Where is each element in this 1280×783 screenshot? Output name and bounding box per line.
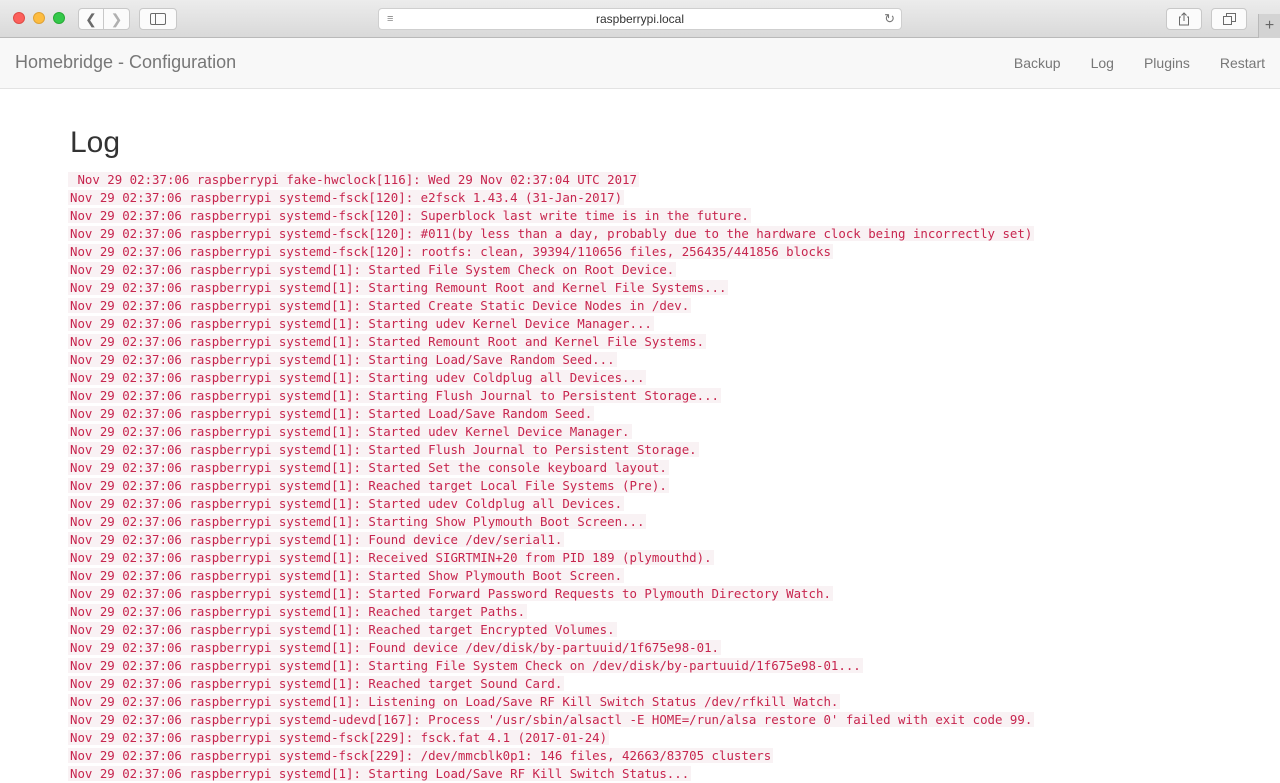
reload-icon[interactable]: ↻ bbox=[884, 11, 895, 27]
share-button[interactable] bbox=[1166, 8, 1202, 30]
log-line-text: Nov 29 02:37:06 raspberrypi systemd[1]: … bbox=[68, 424, 632, 439]
log-line-text: Nov 29 02:37:06 raspberrypi systemd[1]: … bbox=[68, 586, 833, 601]
log-line-text: Nov 29 02:37:06 raspberrypi fake-hwclock… bbox=[68, 172, 639, 187]
log-line-text: Nov 29 02:37:06 raspberrypi systemd[1]: … bbox=[68, 352, 617, 367]
log-line-text: Nov 29 02:37:06 raspberrypi systemd-fsck… bbox=[68, 244, 833, 259]
log-line: Nov 29 02:37:06 raspberrypi systemd[1]: … bbox=[68, 459, 1228, 477]
log-line-text: Nov 29 02:37:06 raspberrypi systemd[1]: … bbox=[68, 442, 699, 457]
log-line: Nov 29 02:37:06 raspberrypi systemd[1]: … bbox=[68, 693, 1228, 711]
log-line: Nov 29 02:37:06 raspberrypi systemd[1]: … bbox=[68, 405, 1228, 423]
show-tabs-button[interactable] bbox=[1211, 8, 1247, 30]
tabs-icon bbox=[1222, 13, 1236, 25]
log-line-text: Nov 29 02:37:06 raspberrypi systemd-udev… bbox=[68, 712, 1035, 727]
app-navbar: Homebridge - Configuration Backup Log Pl… bbox=[0, 38, 1280, 89]
log-line-text: Nov 29 02:37:06 raspberrypi systemd[1]: … bbox=[68, 316, 654, 331]
log-line: Nov 29 02:37:06 raspberrypi systemd[1]: … bbox=[68, 423, 1228, 441]
nav-log[interactable]: Log bbox=[1091, 55, 1114, 71]
log-line-text: Nov 29 02:37:06 raspberrypi systemd[1]: … bbox=[68, 604, 528, 619]
log-line-text: Nov 29 02:37:06 raspberrypi systemd[1]: … bbox=[68, 334, 707, 349]
chevron-right-icon: ❯ bbox=[110, 10, 123, 27]
log-line-text: Nov 29 02:37:06 raspberrypi systemd[1]: … bbox=[68, 694, 841, 709]
log-line-text: Nov 29 02:37:06 raspberrypi systemd[1]: … bbox=[68, 262, 677, 277]
log-line-text: Nov 29 02:37:06 raspberrypi systemd[1]: … bbox=[68, 478, 669, 493]
log-line-text: Nov 29 02:37:06 raspberrypi systemd-fsck… bbox=[68, 226, 1035, 241]
zoom-window-button[interactable] bbox=[53, 12, 65, 24]
log-line: Nov 29 02:37:06 raspberrypi systemd[1]: … bbox=[68, 531, 1228, 549]
log-line-text: Nov 29 02:37:06 raspberrypi systemd[1]: … bbox=[68, 766, 692, 781]
log-line-text: Nov 29 02:37:06 raspberrypi systemd-fsck… bbox=[68, 748, 774, 763]
new-tab-button[interactable]: + bbox=[1258, 14, 1280, 38]
log-line: Nov 29 02:37:06 raspberrypi systemd[1]: … bbox=[68, 261, 1228, 279]
log-line: Nov 29 02:37:06 raspberrypi systemd-fsck… bbox=[68, 225, 1228, 243]
log-line: Nov 29 02:37:06 raspberrypi systemd[1]: … bbox=[68, 369, 1228, 387]
log-line-text: Nov 29 02:37:06 raspberrypi systemd[1]: … bbox=[68, 550, 714, 565]
log-line-text: Nov 29 02:37:06 raspberrypi systemd-fsck… bbox=[68, 730, 610, 745]
log-line: Nov 29 02:37:06 raspberrypi systemd[1]: … bbox=[68, 441, 1228, 459]
log-line: Nov 29 02:37:06 raspberrypi systemd[1]: … bbox=[68, 297, 1228, 315]
log-line-text: Nov 29 02:37:06 raspberrypi systemd[1]: … bbox=[68, 640, 722, 655]
log-line-text: Nov 29 02:37:06 raspberrypi systemd[1]: … bbox=[68, 496, 625, 511]
log-line-text: Nov 29 02:37:06 raspberrypi systemd[1]: … bbox=[68, 370, 647, 385]
log-line: Nov 29 02:37:06 raspberrypi systemd[1]: … bbox=[68, 585, 1228, 603]
log-line-text: Nov 29 02:37:06 raspberrypi systemd[1]: … bbox=[68, 568, 625, 583]
log-line: Nov 29 02:37:06 raspberrypi systemd-fsck… bbox=[68, 207, 1228, 225]
log-line-text: Nov 29 02:37:06 raspberrypi systemd[1]: … bbox=[68, 388, 722, 403]
log-line: Nov 29 02:37:06 raspberrypi systemd[1]: … bbox=[68, 477, 1228, 495]
log-line-text: Nov 29 02:37:06 raspberrypi systemd-fsck… bbox=[68, 190, 625, 205]
log-line-text: Nov 29 02:37:06 raspberrypi systemd[1]: … bbox=[68, 280, 729, 295]
browser-toolbar: ❮ ❯ ≡ raspberrypi.local ↻ + bbox=[0, 0, 1280, 38]
minimize-window-button[interactable] bbox=[33, 12, 45, 24]
log-line: Nov 29 02:37:06 raspberrypi systemd[1]: … bbox=[68, 495, 1228, 513]
sidebar-toggle-button[interactable] bbox=[139, 8, 177, 30]
log-line-text: Nov 29 02:37:06 raspberrypi systemd[1]: … bbox=[68, 460, 669, 475]
log-line: Nov 29 02:37:06 raspberrypi systemd[1]: … bbox=[68, 639, 1228, 657]
log-line: Nov 29 02:37:06 raspberrypi systemd-fsck… bbox=[68, 243, 1228, 261]
log-line-text: Nov 29 02:37:06 raspberrypi systemd[1]: … bbox=[68, 622, 617, 637]
log-line-text: Nov 29 02:37:06 raspberrypi systemd[1]: … bbox=[68, 406, 595, 421]
chevron-left-icon: ❮ bbox=[85, 10, 97, 27]
forward-button[interactable]: ❯ bbox=[104, 8, 130, 30]
log-line: Nov 29 02:37:06 raspberrypi systemd[1]: … bbox=[68, 549, 1228, 567]
log-line: Nov 29 02:37:06 raspberrypi systemd[1]: … bbox=[68, 333, 1228, 351]
page-title: Log bbox=[70, 126, 121, 159]
nav-backup[interactable]: Backup bbox=[1014, 55, 1061, 71]
log-line: Nov 29 02:37:06 raspberrypi systemd[1]: … bbox=[68, 603, 1228, 621]
log-line: Nov 29 02:37:06 raspberrypi systemd[1]: … bbox=[68, 765, 1228, 783]
log-line-text: Nov 29 02:37:06 raspberrypi systemd-fsck… bbox=[68, 208, 751, 223]
log-line: Nov 29 02:37:06 raspberrypi systemd[1]: … bbox=[68, 657, 1228, 675]
log-line-text: Nov 29 02:37:06 raspberrypi systemd[1]: … bbox=[68, 532, 565, 547]
back-button[interactable]: ❮ bbox=[78, 8, 104, 30]
log-line-text: Nov 29 02:37:06 raspberrypi systemd[1]: … bbox=[68, 298, 692, 313]
nav-restart[interactable]: Restart bbox=[1220, 55, 1265, 71]
log-line: Nov 29 02:37:06 raspberrypi systemd[1]: … bbox=[68, 315, 1228, 333]
address-bar[interactable]: ≡ raspberrypi.local ↻ bbox=[378, 8, 902, 30]
log-line: Nov 29 02:37:06 raspberrypi fake-hwclock… bbox=[68, 171, 1228, 189]
log-line: Nov 29 02:37:06 raspberrypi systemd-fsck… bbox=[68, 747, 1228, 765]
log-line-text: Nov 29 02:37:06 raspberrypi systemd[1]: … bbox=[68, 514, 647, 529]
brand-title[interactable]: Homebridge - Configuration bbox=[15, 52, 236, 73]
log-output: Nov 29 02:37:06 raspberrypi fake-hwclock… bbox=[68, 171, 1228, 783]
nav-menu: Backup Log Plugins Restart bbox=[984, 55, 1265, 71]
log-line: Nov 29 02:37:06 raspberrypi systemd[1]: … bbox=[68, 387, 1228, 405]
log-line: Nov 29 02:37:06 raspberrypi systemd-udev… bbox=[68, 711, 1228, 729]
log-line: Nov 29 02:37:06 raspberrypi systemd[1]: … bbox=[68, 279, 1228, 297]
log-line-text: Nov 29 02:37:06 raspberrypi systemd[1]: … bbox=[68, 676, 565, 691]
log-line-text: Nov 29 02:37:06 raspberrypi systemd[1]: … bbox=[68, 658, 863, 673]
nav-plugins[interactable]: Plugins bbox=[1144, 55, 1190, 71]
log-line: Nov 29 02:37:06 raspberrypi systemd[1]: … bbox=[68, 513, 1228, 531]
address-url: raspberrypi.local bbox=[595, 12, 685, 26]
log-line: Nov 29 02:37:06 raspberrypi systemd[1]: … bbox=[68, 351, 1228, 369]
log-line: Nov 29 02:37:06 raspberrypi systemd-fsck… bbox=[68, 189, 1228, 207]
log-line: Nov 29 02:37:06 raspberrypi systemd[1]: … bbox=[68, 621, 1228, 639]
share-icon bbox=[1179, 12, 1189, 26]
sidebar-icon bbox=[150, 13, 166, 25]
log-line: Nov 29 02:37:06 raspberrypi systemd[1]: … bbox=[68, 675, 1228, 693]
close-window-button[interactable] bbox=[13, 12, 25, 24]
plus-icon: + bbox=[1264, 17, 1275, 34]
log-line: Nov 29 02:37:06 raspberrypi systemd-fsck… bbox=[68, 729, 1228, 747]
log-line: Nov 29 02:37:06 raspberrypi systemd[1]: … bbox=[68, 567, 1228, 585]
